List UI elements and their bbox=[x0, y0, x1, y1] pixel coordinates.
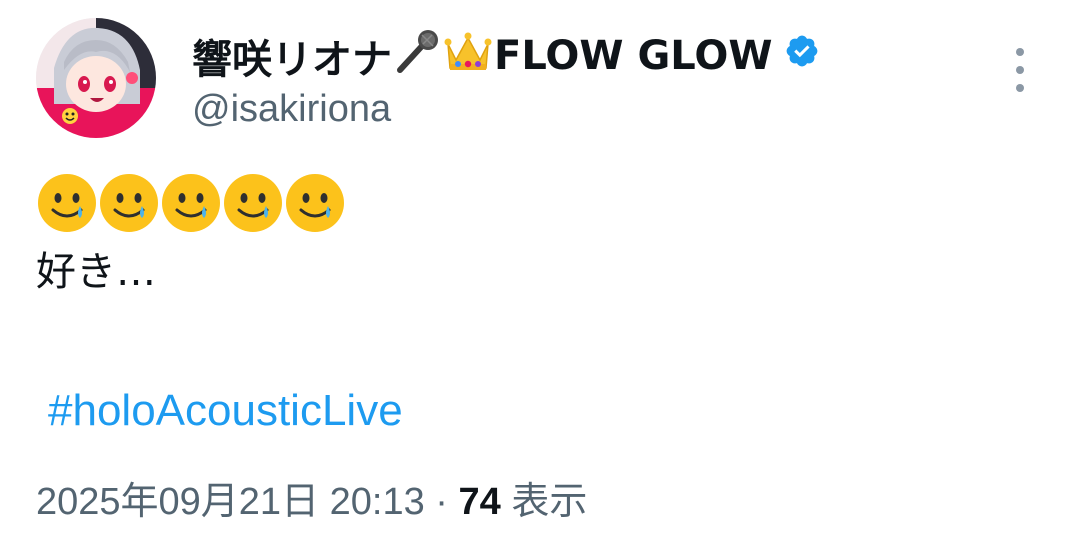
dot-icon bbox=[1016, 84, 1024, 92]
smiling-face-with-tear-icon bbox=[286, 174, 344, 232]
dot-icon bbox=[1016, 66, 1024, 74]
dot-icon bbox=[1016, 48, 1024, 56]
verified-badge-icon bbox=[784, 33, 820, 79]
smiling-face-with-tear-icon bbox=[162, 174, 220, 232]
avatar-illustration-icon bbox=[36, 18, 156, 138]
user-handle[interactable]: @isakiriona bbox=[192, 88, 391, 131]
display-name-suffix: FLOW GLOW bbox=[494, 33, 773, 79]
tweet-emoji-line bbox=[36, 172, 346, 234]
more-options-button[interactable] bbox=[1004, 48, 1036, 92]
tweet-text: 好き… bbox=[36, 249, 156, 295]
smiling-face-with-tear-icon bbox=[224, 174, 282, 232]
display-name-text: 響咲リオナ bbox=[192, 37, 392, 83]
display-name[interactable]: 響咲リオナ FLOW GLOW bbox=[192, 30, 820, 83]
crown-emoji-icon bbox=[442, 26, 494, 86]
views-label: 表示 bbox=[500, 481, 588, 523]
views-count: 74 bbox=[458, 481, 501, 523]
smiling-face-with-tear-icon bbox=[38, 174, 96, 232]
avatar[interactable] bbox=[36, 18, 156, 138]
microphone-emoji-icon bbox=[392, 26, 442, 86]
tweet-timestamp[interactable]: 2025年09月21日 20:13 bbox=[36, 481, 425, 523]
tweet-meta: 2025年09月21日 20:13 · 74 表示 bbox=[36, 470, 587, 525]
smiling-face-with-tear-icon bbox=[100, 174, 158, 232]
hashtag-link[interactable]: #holoAcousticLive bbox=[48, 386, 403, 436]
meta-separator: · bbox=[424, 481, 459, 523]
